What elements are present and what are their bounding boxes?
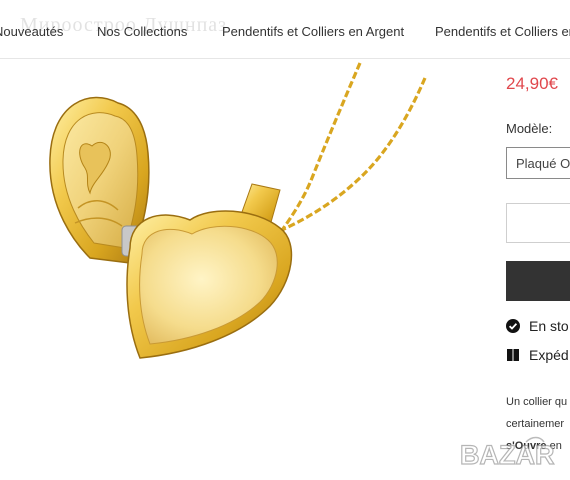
description-line-2: certainemer xyxy=(506,418,565,430)
product-image xyxy=(49,62,427,359)
variant-select[interactable]: Plaqué O xyxy=(506,147,570,179)
nav-item-collections[interactable]: Nos Collections xyxy=(97,24,187,39)
chain xyxy=(263,62,427,254)
top-navigation: Мироостроо Душнпаз Nouveautés Nos Collec… xyxy=(0,0,570,59)
stock-text: En sto xyxy=(529,318,569,334)
shipping-text: Expéd xyxy=(529,347,569,363)
add-to-cart-button[interactable] xyxy=(506,261,570,301)
nav-item-nouveautes[interactable]: Nouveautés xyxy=(0,24,63,39)
bazar-logo-text: BAZAR xyxy=(460,440,555,470)
stock-status: En sto xyxy=(506,318,569,334)
locket-body xyxy=(126,210,293,359)
variant-label: Modèle: xyxy=(506,121,553,136)
check-circle-icon xyxy=(506,319,520,333)
shipping-status: Expéd xyxy=(506,347,569,363)
product-price: 24,90€ xyxy=(506,74,558,93)
description-line-1: Un collier qu xyxy=(506,396,568,408)
bazar-watermark-logo: BAZAR xyxy=(459,436,555,470)
nav-item-argent[interactable]: Pendentifs et Colliers en Argent xyxy=(222,24,404,39)
quantity-input[interactable] xyxy=(506,203,570,243)
nav-item-colliers[interactable]: Pendentifs et Colliers en xyxy=(435,24,570,39)
box-icon xyxy=(507,349,519,361)
